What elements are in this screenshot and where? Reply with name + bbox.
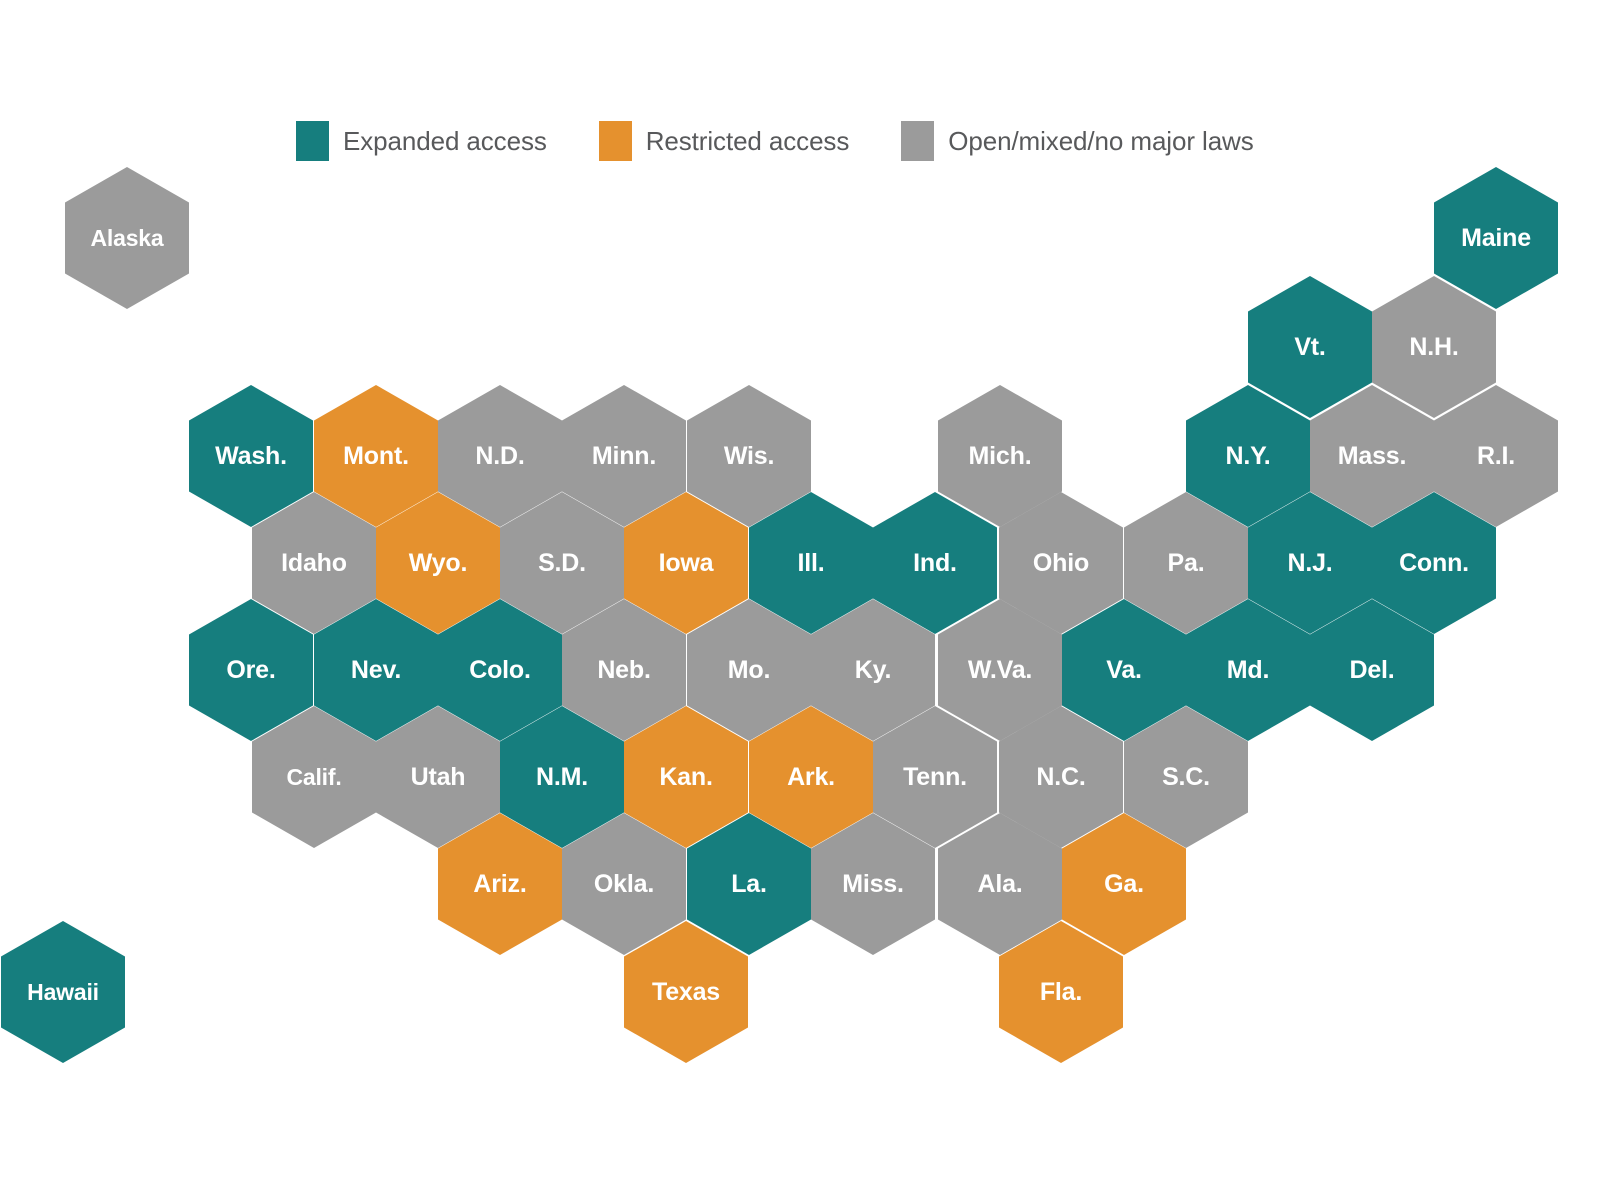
hex-tile-label: Utah (410, 762, 466, 791)
hex-tile-label: Colo. (469, 655, 531, 684)
hex-tile-label: Ohio (1032, 548, 1090, 577)
hex-tile-label: S.D. (538, 548, 586, 577)
legend-item-1: Restricted access (598, 120, 850, 162)
hex-tile-label: N.D. (475, 441, 525, 470)
legend-item-0: Expanded access (296, 120, 547, 162)
hex-tile-label: Iowa (658, 548, 714, 577)
legend-swatch-open (901, 121, 935, 161)
hex-tile-label: Vt. (1294, 332, 1326, 361)
hex-tile-label: Ala. (977, 869, 1023, 898)
hex-tile-label: Neb. (597, 655, 651, 684)
hex-tile-label: W.Va. (967, 655, 1033, 684)
hex-tile-label: La. (731, 869, 767, 898)
hex-map-figure: Expanded access Restricted access Open/mix… (0, 0, 1600, 1200)
hex-tile-label: Wyo. (408, 548, 468, 577)
hex-tile-label: Miss. (842, 869, 904, 898)
hex-tile-label: Hawaii (27, 978, 99, 1005)
legend: Expanded access Restricted access Open/mix… (296, 120, 1254, 162)
hex-tile-label: Alaska (90, 224, 164, 251)
hex-tile-label: Idaho (281, 548, 347, 577)
hex-tile-label: Maine (1461, 223, 1531, 252)
hex-tile-hawaii[interactable]: Hawaii (1, 921, 125, 1063)
hex-tile-label: Md. (1226, 655, 1270, 684)
hex-tile-label: Ill. (797, 548, 825, 577)
hex-tile-label: Ind. (913, 548, 957, 577)
hex-tile-label: Ga. (1104, 869, 1144, 898)
hex-tile-label: Fla. (1039, 977, 1083, 1006)
hex-tile-label: Ariz. (473, 869, 527, 898)
hex-tile-label: Del. (1349, 655, 1395, 684)
hex-tile-label: Ky. (854, 655, 892, 684)
legend-label-0: Expanded access (343, 126, 547, 156)
hex-tile-label: Kan. (659, 762, 713, 791)
hex-tile-label: Calif. (286, 763, 342, 790)
hex-tile-alaska[interactable]: Alaska (65, 167, 189, 309)
legend-item-2: Open/mixed/no major laws (901, 120, 1254, 162)
hex-tile-label: Wis. (723, 441, 775, 470)
hex-tile-label: Mo. (727, 655, 771, 684)
hex-tile-label: Ark. (787, 762, 835, 791)
legend-swatch-restricted (598, 121, 632, 161)
hex-tile-label: Mass. (1337, 441, 1407, 470)
hex-tile-label: Minn. (591, 441, 657, 470)
hex-tile-label: Va. (1106, 655, 1142, 684)
hex-tile-label: N.J. (1287, 548, 1333, 577)
hex-tile-label: Tenn. (903, 762, 967, 791)
hex-tile-label: S.C. (1162, 762, 1210, 791)
hex-tile-label: Okla. (593, 869, 655, 898)
hex-tile-label: Wash. (215, 441, 287, 470)
hex-tile-label: Nev. (350, 655, 402, 684)
hex-tile-label: N.H. (1409, 332, 1459, 361)
hex-tile-label: Conn. (1399, 548, 1469, 577)
hex-tile-label: R.I. (1476, 441, 1516, 470)
hex-tile-label: Ore. (226, 655, 276, 684)
legend-label-1: Restricted access (645, 126, 850, 156)
hex-tile-label: N.M. (536, 762, 588, 791)
legend-label-2: Open/mixed/no major laws (948, 126, 1254, 156)
hex-tile-label: N.C. (1036, 762, 1086, 791)
legend-swatch-expanded (296, 121, 329, 161)
hex-tile-label: Mich. (968, 441, 1032, 470)
hex-tile-label: N.Y. (1225, 441, 1271, 470)
hex-tile-label: Mont. (343, 441, 409, 470)
hex-tile-label: Texas (651, 977, 721, 1006)
hex-tile-label: Pa. (1167, 548, 1205, 577)
